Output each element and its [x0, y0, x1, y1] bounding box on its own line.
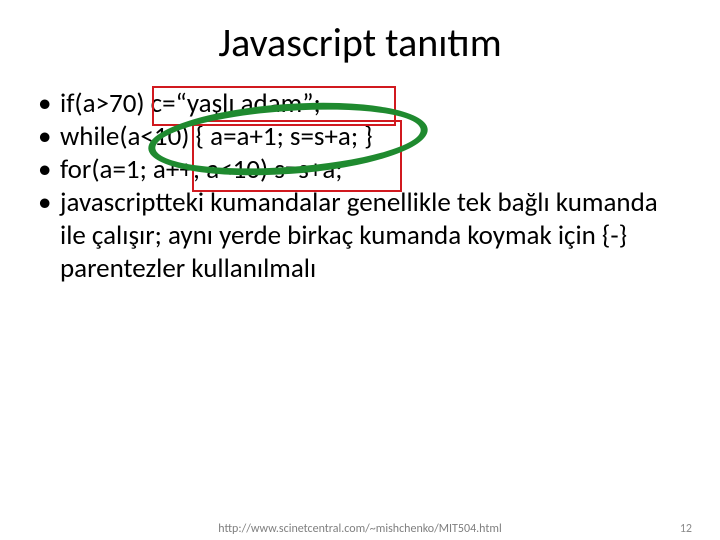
slide: Javascript tanıtım if(a>70) c=“yaşlı ada…: [0, 0, 720, 540]
bullet-explain: javascriptteki kumandalar genellikle tek…: [38, 187, 682, 286]
bullet-if: if(a>70) c=“yaşlı adam”;: [38, 88, 682, 121]
slide-title: Javascript tanıtım: [0, 18, 720, 67]
bullet-list: if(a>70) c=“yaşlı adam”; while(a<10) { a…: [38, 88, 682, 286]
bullet-for: for(a=1; a++; a<10) s=s+a;: [38, 154, 682, 187]
bullet-while: while(a<10) { a=a+1; s=s+a; }: [38, 121, 682, 154]
footer-page-number: 12: [680, 522, 692, 536]
slide-body: if(a>70) c=“yaşlı adam”; while(a<10) { a…: [38, 88, 682, 286]
footer-url: http://www.scinetcentral.com/~mishchenko…: [0, 522, 720, 536]
